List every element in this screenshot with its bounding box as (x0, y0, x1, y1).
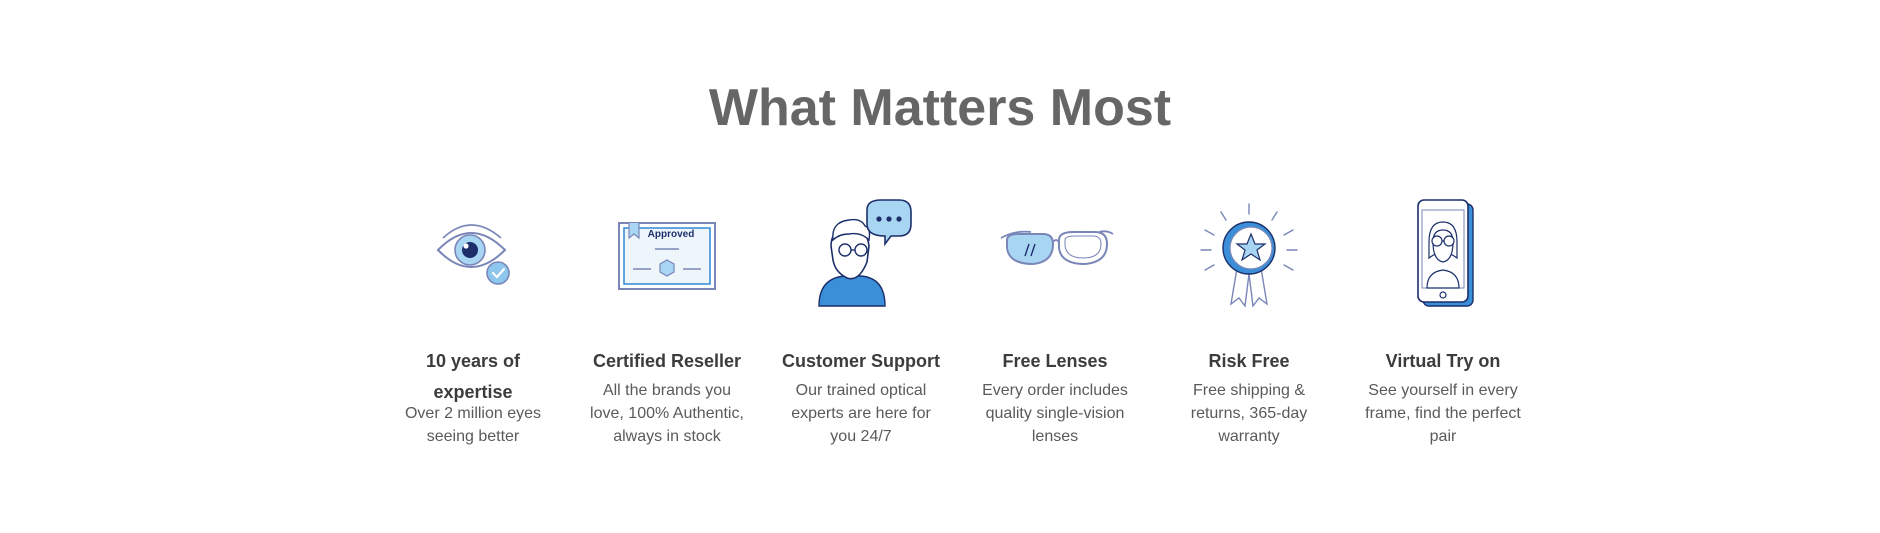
feature-title: Customer Support (781, 351, 940, 371)
feature-description: Our trained optical experts are here for… (791, 382, 931, 445)
feature-title: 10 years of expertise (425, 351, 521, 402)
feature-virtual-try-on: Virtual Try on See yourself in every fra… (1362, 198, 1524, 448)
eye-check-icon (413, 198, 533, 310)
feature-risk-free: Risk Free Free shipping & returns, 365-d… (1168, 198, 1330, 448)
feature-description: All the brands you love, 100% Authentic,… (590, 382, 744, 445)
feature-title: Certified Reseller (592, 351, 742, 371)
feature-lenses: Free Lenses Every order includes quality… (974, 198, 1136, 448)
features-row: 10 years of expertise Over 2 million eye… (392, 198, 1556, 468)
feature-title: Virtual Try on (1385, 351, 1501, 371)
feature-description: See yourself in every frame, find the pe… (1365, 382, 1521, 445)
feature-description: Free shipping & returns, 365-day warrant… (1190, 382, 1308, 445)
feature-description: Over 2 million eyes seeing better (404, 405, 542, 445)
feature-certified: Approved Certified Reseller All the bran… (586, 198, 748, 448)
feature-title: Free Lenses (1002, 351, 1108, 371)
award-ribbon-icon (1189, 198, 1309, 310)
phone-try-on-icon (1383, 198, 1503, 310)
feature-description: Every order includes quality single-visi… (982, 382, 1128, 445)
support-agent-icon (801, 198, 921, 310)
approved-certificate-icon: Approved (607, 198, 727, 310)
feature-support: Customer Support Our trained optical exp… (780, 198, 942, 448)
section-title: What Matters Most (708, 79, 1172, 137)
certificate-badge-text: Approved (648, 229, 695, 240)
feature-title: Risk Free (1208, 351, 1290, 371)
eyeglasses-icon (995, 198, 1115, 310)
feature-expertise: 10 years of expertise Over 2 million eye… (392, 198, 554, 448)
